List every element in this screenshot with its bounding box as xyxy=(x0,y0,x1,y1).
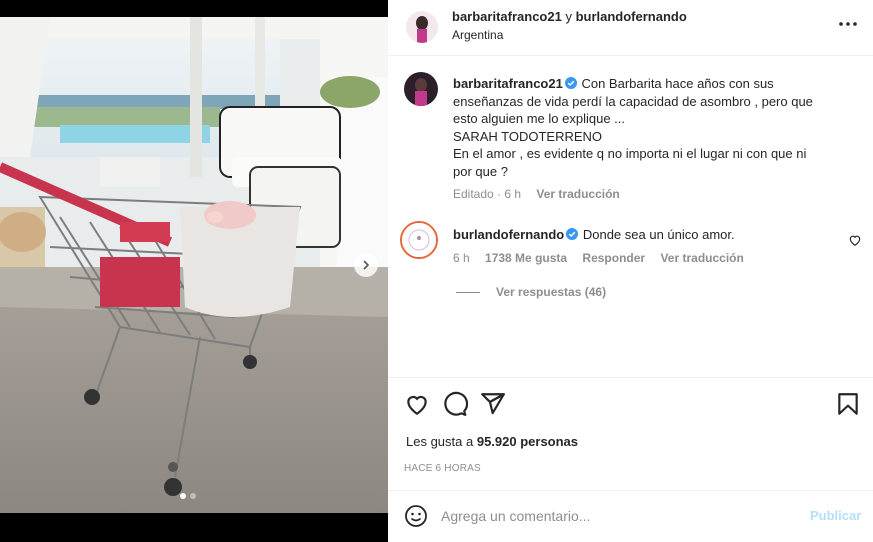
verified-icon xyxy=(564,77,577,89)
comment-time: 6 h xyxy=(453,251,470,265)
caption-line-3: esto alguien me lo explique ... xyxy=(453,111,625,126)
caption-line-6: por que ? xyxy=(453,163,508,179)
post-actions: Les gusta a 95.920 personas HACE 6 HORAS xyxy=(388,377,873,490)
post-media xyxy=(0,0,388,542)
caption-line-1: Con Barbarita hace años con sus xyxy=(581,76,774,91)
more-options-button[interactable] xyxy=(838,14,858,34)
post-caption: barbaritafranco21 Con Barbarita hace año… xyxy=(453,75,833,180)
publish-button[interactable]: Publicar xyxy=(810,508,861,523)
emoji-icon[interactable] xyxy=(404,504,428,528)
share-icon[interactable] xyxy=(480,391,506,417)
caption-avatar[interactable] xyxy=(404,72,438,106)
author-avatar[interactable] xyxy=(406,11,438,43)
comment-icon[interactable] xyxy=(442,391,468,417)
comment-likes[interactable]: 1738 Me gusta xyxy=(485,251,567,265)
post-time[interactable]: HACE 6 HORAS xyxy=(404,463,481,474)
view-replies-label: Ver respuestas (46) xyxy=(496,285,607,299)
comment-username[interactable]: burlandofernando xyxy=(453,227,564,242)
view-replies-button[interactable]: Ver respuestas (46) xyxy=(456,285,606,299)
chevron-right-icon xyxy=(363,260,370,270)
caption-line-5: En el amor , es evidente q no importa ni… xyxy=(453,146,807,161)
header-username-2[interactable]: burlandofernando xyxy=(576,9,687,24)
bookmark-icon[interactable] xyxy=(835,391,861,417)
post-header: barbaritafranco21 y burlandofernando Arg… xyxy=(388,0,873,56)
heart-icon[interactable] xyxy=(404,391,430,417)
caption-line-2: enseñanzas de vida perdí la capacidad de… xyxy=(453,93,813,109)
comment-avatar[interactable] xyxy=(400,221,438,259)
likes-count[interactable]: 95.920 personas xyxy=(477,434,578,449)
carousel-dots xyxy=(180,493,196,499)
likes-summary: Les gusta a 95.920 personas xyxy=(406,434,578,449)
carousel-dot xyxy=(190,493,196,499)
caption-line-4: SARAH TODOTERRENO xyxy=(453,128,603,144)
caption-edited: Editado · 6 h xyxy=(453,187,522,201)
comment-translate-link[interactable]: Ver traducción xyxy=(660,251,743,265)
carousel-next-button[interactable] xyxy=(354,253,378,277)
add-comment-bar: Publicar xyxy=(388,490,873,542)
likes-prefix: Les gusta a xyxy=(406,434,474,449)
verified-icon xyxy=(566,228,579,240)
caption-translate-link[interactable]: Ver traducción xyxy=(536,187,619,201)
more-icon xyxy=(839,22,857,26)
header-username-1[interactable]: barbaritafranco21 xyxy=(452,9,562,24)
header-separator: y xyxy=(565,9,572,24)
comment-meta: 6 h 1738 Me gusta Responder Ver traducci… xyxy=(453,251,756,265)
post-photo xyxy=(0,17,388,513)
comment-reply-button[interactable]: Responder xyxy=(582,251,645,265)
comment-like-heart-icon[interactable] xyxy=(848,233,862,247)
comment-input[interactable] xyxy=(441,506,801,526)
replies-divider xyxy=(456,291,480,293)
carousel-dot-active xyxy=(180,493,186,499)
post-location[interactable]: Argentina xyxy=(452,28,503,42)
comment-body: burlandofernando Donde sea un único amor… xyxy=(453,227,735,242)
comment-text: Donde sea un único amor. xyxy=(582,227,735,242)
caption-meta: Editado · 6 h Ver traducción xyxy=(453,187,632,201)
caption-username[interactable]: barbaritafranco21 xyxy=(453,76,563,91)
post-panel: barbaritafranco21 y burlandofernando Arg… xyxy=(388,0,873,542)
